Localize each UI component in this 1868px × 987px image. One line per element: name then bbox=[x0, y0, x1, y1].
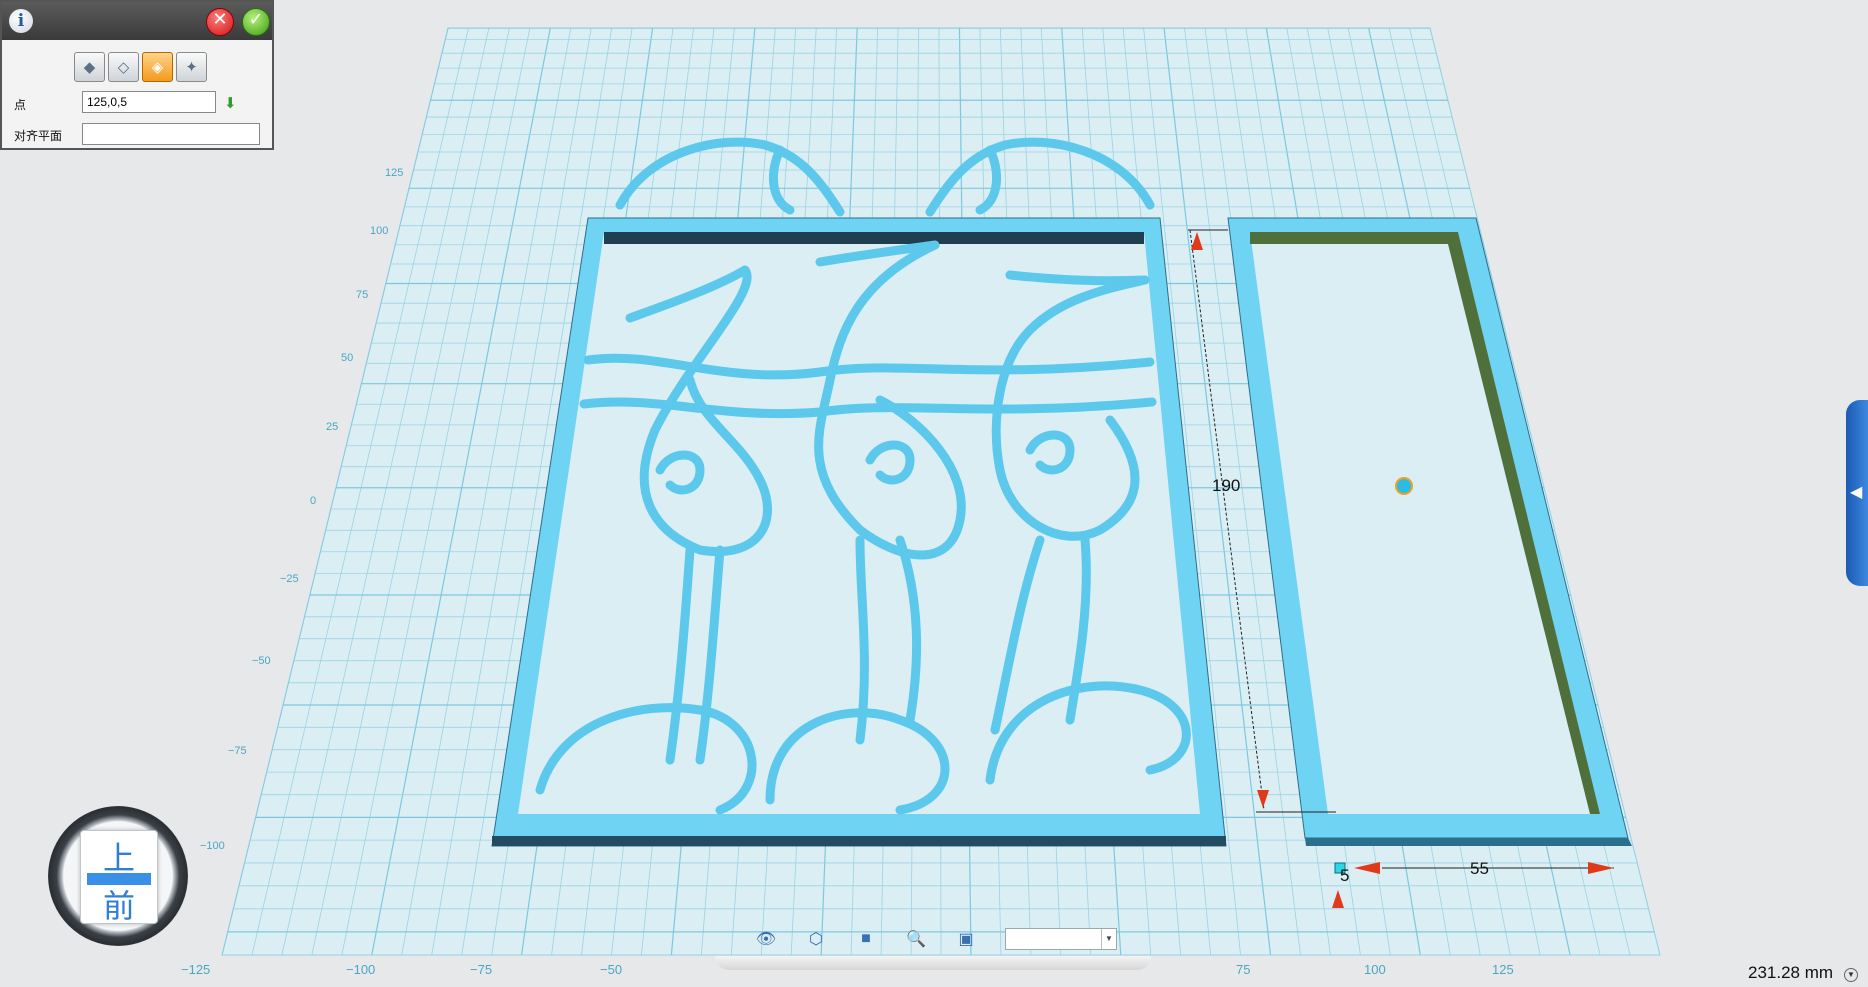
zoom-icon[interactable]: 🔍 bbox=[905, 928, 927, 950]
surface-mode-3-icon[interactable]: ◈ bbox=[142, 52, 173, 82]
cube-wire-icon[interactable]: ⬡ bbox=[805, 928, 827, 950]
surface-mode-2-icon[interactable]: ◇ bbox=[108, 52, 139, 82]
measurement-dropdown-icon[interactable]: ▼ bbox=[1844, 968, 1858, 982]
check-icon[interactable]: ✓ bbox=[242, 8, 270, 36]
fit-view-icon[interactable]: ▣ bbox=[955, 928, 977, 950]
y-tick-label: 0 bbox=[310, 495, 316, 507]
panel-header: i ✕ ✓ bbox=[2, 2, 272, 40]
y-tick-label: −75 bbox=[228, 745, 247, 757]
y-tick-label: 75 bbox=[356, 289, 368, 301]
x-tick-label: 100 bbox=[1364, 962, 1386, 977]
3d-viewport[interactable]: −125 −100 −75 −50 75 100 125 125 100 75 50 25 0 −25 −… bbox=[0, 0, 1868, 987]
view-select[interactable]: ▼ bbox=[1005, 928, 1117, 950]
point-align-panel: i ✕ ✓ ◆ ◇ ◈ ✦ 点 ⬇ 对齐平面 bbox=[0, 0, 274, 150]
chevron-left-icon: ◀ bbox=[1850, 484, 1863, 501]
y-tick-label: −100 bbox=[200, 840, 225, 852]
surface-mode-4-icon[interactable]: ✦ bbox=[176, 52, 207, 82]
x-tick-label: 75 bbox=[1236, 962, 1250, 977]
view-toolbar: 👁 ⬡ ■ 🔍 ▣ ▼ bbox=[755, 924, 1117, 954]
eye-icon[interactable]: 👁 bbox=[755, 928, 777, 950]
x-tick-label: 125 bbox=[1492, 962, 1514, 977]
point-label: 点 bbox=[14, 98, 27, 112]
y-tick-label: 100 bbox=[370, 225, 388, 237]
y-tick-label: 125 bbox=[385, 167, 403, 179]
view-cube-front-label[interactable]: 前 bbox=[81, 881, 157, 927]
y-tick-label: −50 bbox=[252, 655, 271, 667]
x-tick-label: −75 bbox=[470, 962, 492, 977]
align-plane-input[interactable] bbox=[82, 123, 260, 145]
point-input[interactable] bbox=[82, 91, 216, 113]
x-tick-label: −50 bbox=[600, 962, 622, 977]
toolbar-shelf bbox=[715, 956, 1151, 970]
side-panel-handle[interactable]: ◀ bbox=[1846, 400, 1868, 586]
view-cube-face[interactable]: 上 前 bbox=[80, 830, 158, 927]
mode-toolbar: ◆ ◇ ◈ ✦ bbox=[74, 52, 207, 84]
pivot-marker bbox=[1395, 477, 1413, 495]
pick-point-icon[interactable]: ⬇ bbox=[224, 94, 237, 112]
dimension-height-label[interactable]: 190 bbox=[1212, 476, 1240, 496]
dimension-width-label[interactable]: 55 bbox=[1470, 859, 1489, 879]
chevron-down-icon[interactable]: ▼ bbox=[1101, 929, 1116, 949]
y-tick-label: 25 bbox=[326, 421, 338, 433]
y-tick-label: 50 bbox=[341, 352, 353, 364]
surface-mode-1-icon[interactable]: ◆ bbox=[74, 52, 105, 82]
dimension-thickness-label[interactable]: 5 bbox=[1340, 866, 1349, 886]
info-icon[interactable]: i bbox=[9, 9, 33, 33]
cube-solid-icon[interactable]: ■ bbox=[855, 928, 877, 950]
view-cube[interactable]: 上 前 bbox=[48, 806, 188, 946]
align-plane-label: 对齐平面 bbox=[14, 129, 63, 143]
x-tick-label: −125 bbox=[181, 962, 210, 977]
measurement-readout: 231.28 mm bbox=[1748, 963, 1834, 982]
close-icon[interactable]: ✕ bbox=[206, 8, 234, 36]
x-tick-label: −100 bbox=[346, 962, 375, 977]
y-tick-label: −25 bbox=[280, 573, 299, 585]
